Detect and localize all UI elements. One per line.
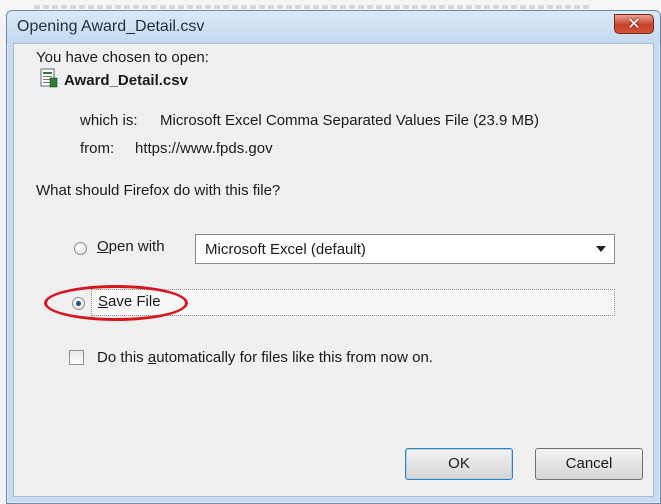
close-button[interactable]: ✕ bbox=[614, 14, 654, 34]
auto-action-label[interactable]: Do this automatically for files like thi… bbox=[97, 349, 433, 366]
auto-action-accelerator: a bbox=[147, 349, 157, 366]
dialog-title: Opening Award_Detail.csv bbox=[17, 18, 205, 35]
file-type-label: which is: bbox=[80, 112, 138, 129]
auto-action-label-before: Do this bbox=[97, 349, 148, 366]
annotation-circle bbox=[44, 285, 188, 321]
file-source-value: https://www.fpds.gov bbox=[135, 140, 273, 157]
file-type-value: Microsoft Excel Comma Separated Values F… bbox=[160, 112, 540, 129]
chevron-down-icon bbox=[596, 246, 606, 252]
screenshot: Opening Award_Detail.csv ✕ You have chos… bbox=[0, 0, 661, 504]
open-with-label-rest: pen with bbox=[108, 238, 165, 255]
auto-action-checkbox[interactable] bbox=[69, 350, 84, 365]
background-text-line bbox=[34, 5, 591, 9]
open-with-app-select[interactable]: Microsoft Excel (default) bbox=[195, 234, 615, 264]
open-with-radio[interactable] bbox=[74, 242, 87, 255]
file-source-label: from: bbox=[80, 140, 115, 157]
cancel-button[interactable]: Cancel bbox=[535, 448, 643, 480]
action-question: What should Firefox do with this file? bbox=[36, 182, 281, 199]
file-name: Award_Detail.csv bbox=[64, 72, 188, 89]
auto-action-label-after: utomatically for files like this from no… bbox=[156, 349, 433, 366]
open-with-accelerator: O bbox=[97, 238, 109, 255]
ok-button[interactable]: OK bbox=[405, 448, 513, 480]
title-bar[interactable]: Opening Award_Detail.csv ✕ bbox=[7, 11, 660, 43]
intro-text: You have chosen to open: bbox=[36, 49, 209, 66]
open-with-label[interactable]: Open with bbox=[97, 238, 165, 255]
csv-file-icon bbox=[40, 68, 58, 88]
close-icon: ✕ bbox=[627, 16, 641, 33]
open-with-app-value: Microsoft Excel (default) bbox=[205, 241, 366, 258]
